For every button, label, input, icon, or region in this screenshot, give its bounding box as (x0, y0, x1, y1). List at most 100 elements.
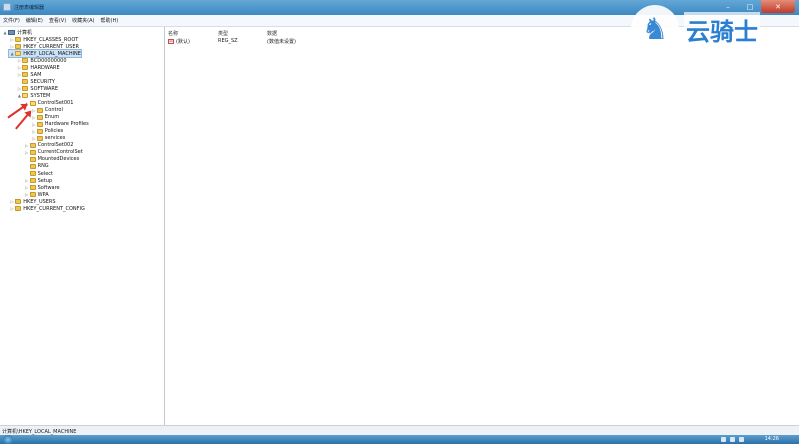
tree-item[interactable]: ▷ HKEY_USERS (9, 198, 56, 205)
folder-icon (15, 44, 22, 50)
folder-icon (29, 178, 36, 184)
string-value-icon: ab (168, 39, 174, 44)
tree-item-label: Setup (37, 177, 53, 184)
tree-item[interactable]: ▲ControlSet001 (24, 100, 73, 107)
tree-item[interactable]: ▷ HARDWARE (16, 64, 60, 71)
tree-item[interactable]: ▷ ControlSet002 (24, 142, 74, 149)
folder-icon (22, 86, 29, 92)
tree-item-label: MountedDevices (37, 156, 80, 163)
tree-item[interactable]: ▷ Enum (31, 114, 59, 121)
value-list[interactable]: 名称 类型 数据 ab (默认) REG_SZ (数值未设置) (166, 27, 799, 425)
empty-twisty (24, 170, 30, 177)
regedit-app-icon (3, 3, 11, 11)
tree-item[interactable]: ▷ SAM (16, 71, 42, 78)
folder-icon (22, 65, 29, 71)
value-type: REG_SZ (218, 38, 238, 44)
tree-item-label: CurrentControlSet (37, 149, 83, 156)
column-data[interactable]: 数据 (267, 30, 277, 37)
expand-arrow-icon[interactable]: ▷ (31, 128, 37, 135)
tree-item-label: SOFTWARE (30, 85, 59, 92)
tree-item[interactable]: ▷ Setup (24, 177, 53, 184)
expand-arrow-icon[interactable]: ▷ (24, 142, 30, 149)
tree-item[interactable]: ▷ CurrentControlSet (24, 149, 83, 156)
registry-tree[interactable]: ▲ 计算机 ▷ HKEY_CLASSES_ROOT ▷ HKEY_CURRENT_USER… (0, 27, 165, 425)
expand-arrow-icon[interactable]: ▷ (31, 135, 37, 142)
tree-item-label: Select (37, 170, 54, 177)
value-name: (默认) (176, 39, 190, 45)
tree-item[interactable]: ▷ Hardware Profiles (31, 121, 89, 128)
folder-icon (29, 163, 36, 169)
tree-item-label: WPA (37, 191, 49, 198)
value-data: (数值未设置) (267, 39, 296, 45)
menu-view[interactable]: 查看(V) (46, 17, 69, 24)
tree-item[interactable]: ▲ SYSTEM (16, 92, 50, 99)
tree-item[interactable]: ▷ HKEY_CLASSES_ROOT (9, 36, 79, 43)
tree-item[interactable]: ▷ WPA (24, 191, 49, 198)
column-name[interactable]: 名称 (168, 30, 178, 37)
folder-icon (15, 37, 22, 43)
tree-item[interactable]: ▷ Policies (31, 128, 64, 135)
tree-item-label: SECURITY (30, 78, 55, 85)
tree-item[interactable]: RNG (24, 163, 49, 170)
tree-item-label: ControlSet002 (37, 142, 74, 149)
open-folder-icon (22, 93, 29, 99)
computer-icon (8, 30, 15, 35)
folder-icon (36, 135, 43, 141)
tree-item[interactable]: ▷ BCD00000000 (16, 57, 67, 64)
tree-item[interactable]: ▲ 计算机 (2, 29, 32, 36)
flag-icon[interactable] (721, 437, 726, 442)
empty-twisty (24, 163, 30, 170)
expand-arrow-icon[interactable]: ▷ (24, 191, 30, 198)
tree-item-label: Software (37, 184, 60, 191)
open-folder-icon (15, 51, 22, 57)
tree-item-label: Enum (44, 114, 60, 121)
tree-item[interactable]: ▲ HKEY_LOCAL_MACHINE (8, 49, 82, 59)
tree-item[interactable]: ▷ Software (24, 184, 60, 191)
tree-item[interactable]: ▷ Control (31, 107, 63, 114)
folder-icon (36, 114, 43, 120)
tree-item[interactable]: ▷ services (31, 135, 65, 142)
folder-icon (15, 206, 22, 212)
tree-item-label: HKEY_USERS (23, 198, 56, 205)
tree-item-label: Control (44, 107, 63, 114)
tree-item-label: HKEY_CURRENT_CONFIG (23, 205, 85, 212)
tree-item-label: SAM (30, 71, 42, 78)
tree-item-label: BCD00000000 (30, 57, 67, 64)
tree-item-label: Hardware Profiles (44, 121, 89, 128)
folder-icon (29, 171, 36, 176)
expand-arrow-icon[interactable]: ▷ (31, 121, 37, 128)
start-button[interactable] (3, 435, 13, 444)
menu-file[interactable]: 文件(F) (0, 17, 23, 24)
open-folder-icon (29, 100, 36, 106)
volume-icon[interactable] (739, 437, 744, 442)
column-type[interactable]: 类型 (218, 30, 228, 37)
tree-item[interactable]: ▷ HKEY_CURRENT_USER (9, 43, 79, 50)
menu-favorites[interactable]: 收藏夹(A) (69, 17, 97, 24)
expand-arrow-icon[interactable]: ▷ (24, 177, 30, 184)
folder-icon (22, 58, 29, 64)
tree-item-label: 计算机 (17, 30, 33, 36)
expand-arrow-icon[interactable]: ▷ (24, 184, 30, 191)
folder-icon (29, 142, 36, 148)
tree-item[interactable]: MountedDevices (24, 156, 80, 163)
taskbar-clock[interactable]: 14:26 (765, 436, 779, 442)
tree-item-label: Policies (44, 128, 64, 135)
watermark-text: 云骑士 (684, 11, 760, 47)
empty-twisty (24, 156, 30, 163)
folder-icon (36, 107, 43, 113)
folder-icon (15, 199, 22, 205)
menu-edit[interactable]: 编辑(E) (23, 17, 46, 24)
tree-item-label: SYSTEM (30, 92, 51, 99)
system-tray (721, 437, 744, 442)
expand-arrow-icon[interactable]: ▷ (24, 149, 30, 156)
tree-item[interactable]: Select (24, 170, 53, 177)
menu-help[interactable]: 帮助(H) (98, 17, 122, 24)
status-path: 计算机\HKEY_LOCAL_MACHINE (2, 428, 77, 435)
network-icon[interactable] (730, 437, 735, 442)
tree-item-label: HKEY_CURRENT_USER (23, 43, 79, 50)
tree-item[interactable]: ▷ HKEY_CURRENT_CONFIG (9, 205, 85, 212)
value-name-cell: ab (默认) (168, 38, 190, 45)
folder-icon (29, 192, 36, 198)
tree-item[interactable]: SECURITY (16, 78, 55, 85)
tree-item[interactable]: ▷ SOFTWARE (16, 85, 58, 92)
